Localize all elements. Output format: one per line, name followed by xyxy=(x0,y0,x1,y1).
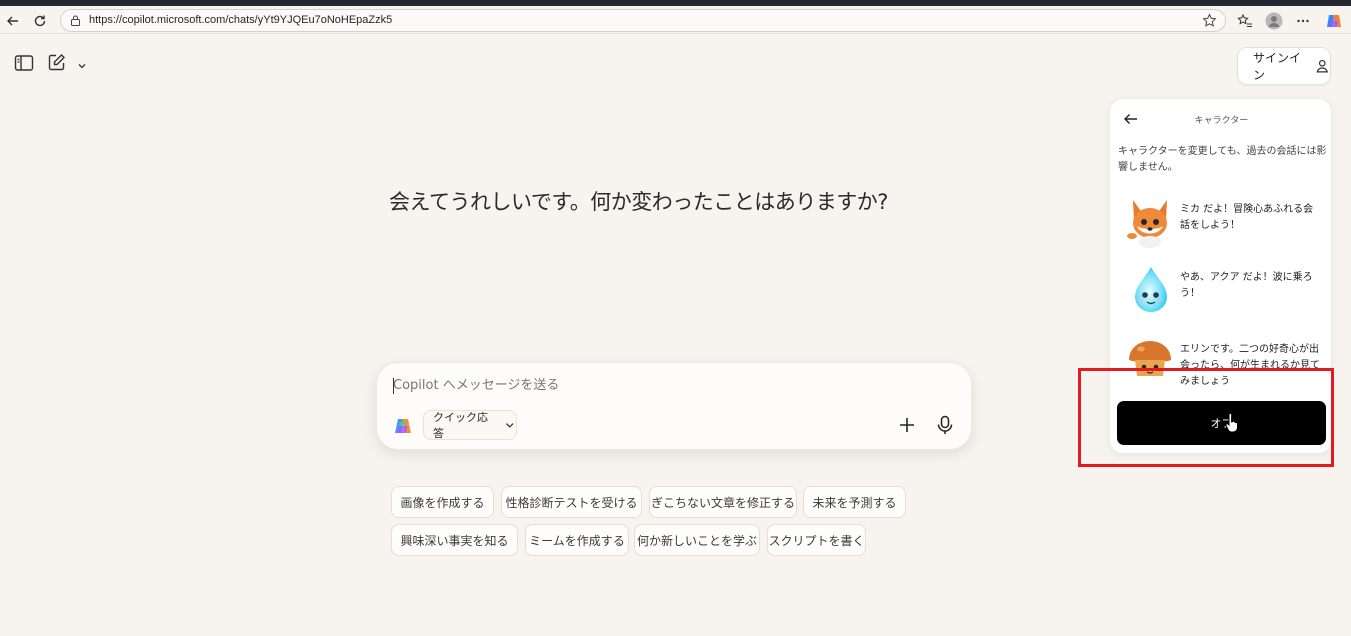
copilot-logo-icon xyxy=(1327,15,1341,27)
message-composer: クイック応答 xyxy=(376,362,972,450)
panel-description: キャラクターを変更しても、過去の会話には影響しません。 xyxy=(1118,146,1327,173)
new-chat-menu-button[interactable] xyxy=(76,57,88,76)
suggestion-chip[interactable]: スクリプトを書く xyxy=(767,524,866,556)
url-text[interactable]: https://copilot.microsoft.com/chats/yYt9… xyxy=(89,14,392,26)
voice-input-button[interactable] xyxy=(935,414,955,440)
panel-title: キャラクター xyxy=(1194,116,1249,126)
fox-icon xyxy=(1127,200,1167,248)
new-chat-button[interactable] xyxy=(47,53,66,76)
character-option-aqua[interactable]: やあ、アクア だよ！波に乗ろう！ xyxy=(1125,264,1325,320)
signin-button[interactable]: サインイン xyxy=(1237,47,1331,85)
suggestion-chip[interactable]: 性格診断テストを受ける xyxy=(501,486,642,518)
suggestion-chip[interactable]: 未来を予測する xyxy=(803,486,906,518)
suggestion-chip[interactable]: ぎこちない文章を修正する xyxy=(649,486,797,518)
suggestion-chip[interactable]: ミームを作成する xyxy=(525,524,629,556)
browser-toolbar: https://copilot.microsoft.com/chats/yYt9… xyxy=(0,6,1351,34)
favorites-button[interactable] xyxy=(1236,12,1254,30)
character-option-mika[interactable]: ミカ だよ！冒険心あふれる会話をしよう！ xyxy=(1125,196,1325,252)
sidebar-toggle-button[interactable] xyxy=(14,54,34,76)
message-input[interactable] xyxy=(393,373,953,397)
more-dots-icon xyxy=(1297,19,1309,23)
profile-avatar-icon xyxy=(1265,12,1283,30)
address-bar[interactable]: https://copilot.microsoft.com/chats/yYt9… xyxy=(60,9,1226,32)
character-text: ミカ だよ！冒険心あふれる会話をしよう！ xyxy=(1180,204,1314,231)
text-caret xyxy=(393,378,394,394)
suggestion-chip[interactable]: 興味深い事実を知る xyxy=(391,524,518,556)
copilot-logo xyxy=(393,416,413,440)
copilot-logo-icon xyxy=(395,419,411,433)
add-attachment-button[interactable] xyxy=(897,415,917,439)
refresh-icon xyxy=(34,15,46,27)
highlight-box xyxy=(1078,368,1334,467)
sidebar-icon xyxy=(14,55,34,71)
suggestion-chip[interactable]: 何か新しいことを学ぶ xyxy=(634,524,760,556)
more-menu-button[interactable] xyxy=(1294,12,1312,30)
favorite-star-icon[interactable] xyxy=(1202,13,1217,28)
copilot-browser-button[interactable] xyxy=(1325,12,1343,30)
response-mode-dropdown[interactable]: クイック応答 xyxy=(423,410,517,440)
profile-button[interactable] xyxy=(1265,12,1283,30)
character-text: やあ、アクア だよ！波に乗ろう！ xyxy=(1180,272,1313,299)
user-icon xyxy=(1316,59,1329,73)
signin-label: サインイン xyxy=(1253,51,1302,82)
water-drop-icon xyxy=(1135,267,1167,312)
refresh-button[interactable] xyxy=(31,12,49,30)
plus-icon xyxy=(900,418,914,432)
compose-icon xyxy=(48,54,65,71)
microphone-icon xyxy=(937,415,953,434)
chevron-down-icon xyxy=(506,423,515,428)
favorites-list-icon xyxy=(1237,13,1252,27)
back-button[interactable] xyxy=(4,12,22,30)
suggestion-chip[interactable]: 画像を作成する xyxy=(391,486,494,518)
greeting-title: 会えてうれしいです。何か変わったことはありますか? xyxy=(389,190,888,214)
back-arrow-icon xyxy=(7,16,18,26)
site-info-icon[interactable] xyxy=(69,14,82,27)
response-mode-label: クイック応答 xyxy=(433,411,488,440)
chevron-down-icon xyxy=(78,64,86,69)
